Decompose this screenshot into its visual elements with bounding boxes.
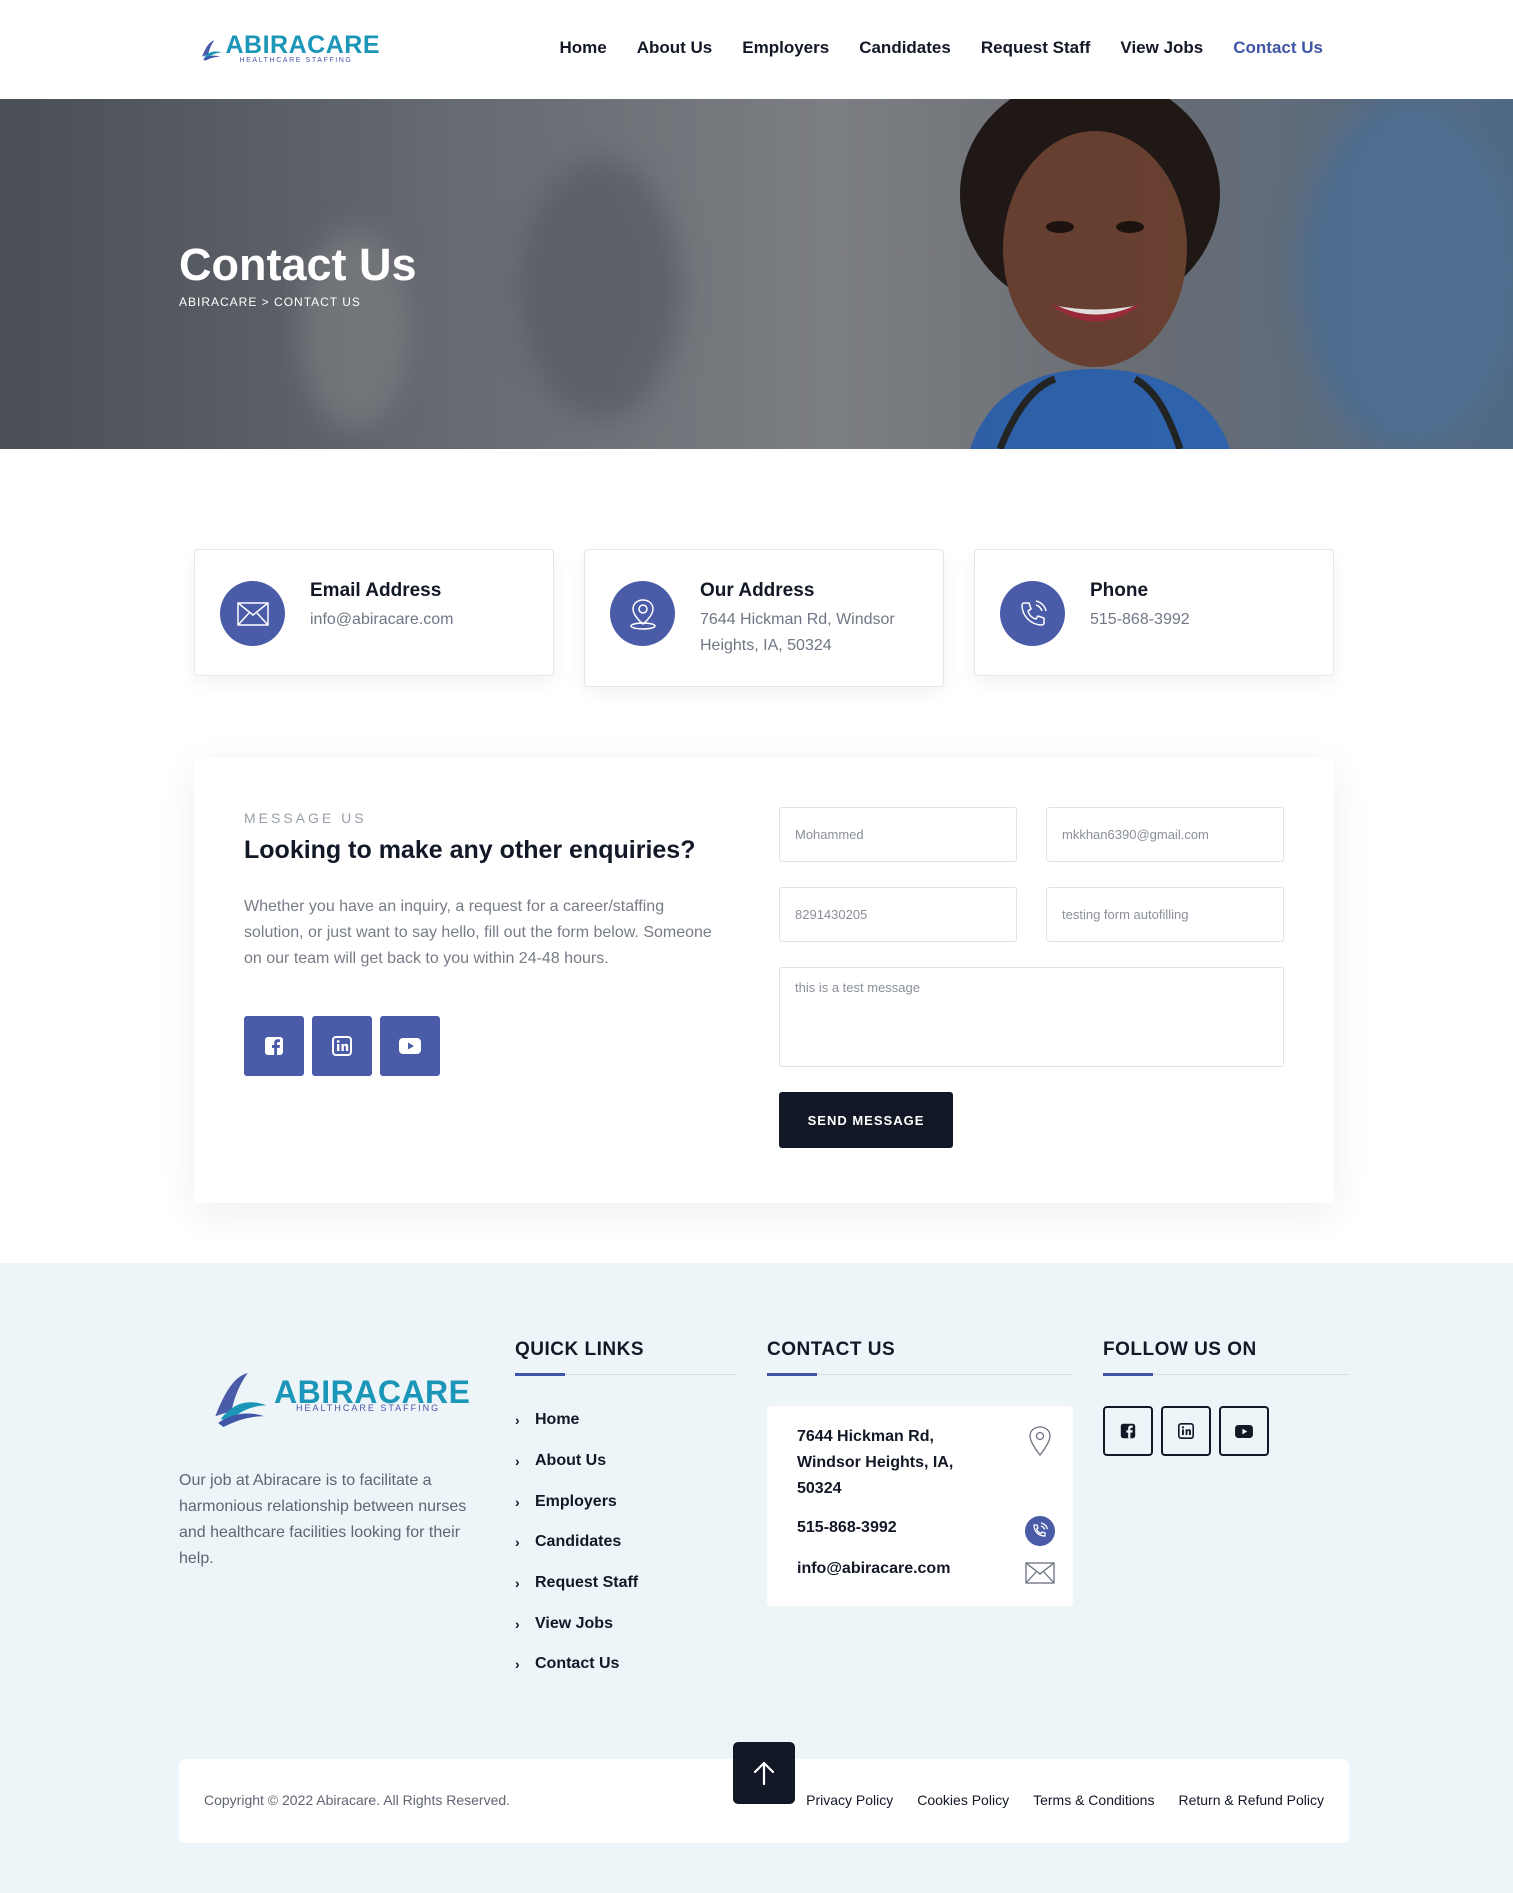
chevron-right-icon: › — [515, 1412, 520, 1429]
name-input[interactable] — [779, 807, 1017, 862]
logo-name: ABIRACARE — [225, 31, 380, 59]
section-kicker: MESSAGE US — [244, 810, 367, 826]
logo-mark-icon — [202, 40, 222, 61]
terms-link[interactable]: Terms & Conditions — [1033, 1792, 1154, 1808]
email-card: Email Address info@abiracare.com — [194, 549, 554, 676]
footer-link-view-jobs[interactable]: › View Jobs — [515, 1603, 638, 1644]
site-logo[interactable]: ABIRACARE HEALTHCARE STAFFING — [200, 26, 380, 72]
envelope-icon — [220, 581, 285, 646]
copyright-text: Copyright © 2022 Abiracare. All Rights R… — [204, 1792, 511, 1808]
chevron-right-icon: › — [515, 1534, 520, 1551]
footer-link-candidates[interactable]: › Candidates — [515, 1522, 638, 1563]
logo-mark-icon — [215, 1373, 267, 1427]
card-value: 7644 Hickman Rd, Windsor Heights, IA, 50… — [700, 611, 895, 654]
follow-heading: FOLLOW US ON — [1103, 1339, 1257, 1360]
logo-name: ABIRACARE — [274, 1374, 471, 1410]
linkedin-icon — [332, 1036, 352, 1056]
chevron-right-icon: › — [515, 1656, 520, 1673]
facebook-icon — [265, 1037, 283, 1055]
chevron-right-icon: › — [515, 1453, 520, 1470]
footer-link-employers[interactable]: › Employers — [515, 1481, 638, 1522]
back-to-top-button[interactable] — [733, 1742, 795, 1804]
footer-email[interactable]: info@abiracare.com — [797, 1556, 950, 1582]
chevron-right-icon: › — [515, 1493, 520, 1510]
map-pin-icon — [610, 581, 675, 646]
breadcrumb[interactable]: ABIRACARE > CONTACT US — [179, 295, 361, 309]
phone-icon — [1025, 1516, 1055, 1546]
legal-links: Privacy Policy Cookies Policy Terms & Co… — [806, 1792, 1324, 1808]
youtube-icon — [399, 1038, 421, 1054]
page-title: Contact Us — [179, 239, 417, 290]
youtube-button[interactable] — [380, 1016, 440, 1076]
nav-about-us[interactable]: About Us — [637, 38, 713, 58]
cookies-policy-link[interactable]: Cookies Policy — [917, 1792, 1009, 1808]
send-message-button[interactable]: SEND MESSAGE — [779, 1092, 953, 1148]
card-title: Email Address — [310, 580, 442, 601]
footer-link-request-staff[interactable]: › Request Staff — [515, 1563, 638, 1604]
footer-logo[interactable]: ABIRACARE HEALTHCARE STAFFING — [210, 1365, 471, 1427]
hero-banner: Contact Us ABIRACARE > CONTACT US — [0, 99, 1513, 449]
nav-home[interactable]: Home — [559, 38, 606, 58]
footer-link-contact-us[interactable]: › Contact Us — [515, 1644, 638, 1685]
refund-policy-link[interactable]: Return & Refund Policy — [1178, 1792, 1324, 1808]
linkedin-button[interactable] — [312, 1016, 372, 1076]
privacy-policy-link[interactable]: Privacy Policy — [806, 1792, 893, 1808]
nav-request-staff[interactable]: Request Staff — [981, 38, 1091, 58]
phone-card: Phone 515-868-3992 — [974, 549, 1334, 676]
quick-links-list: › Home › About Us › Employers › Candidates ›… — [515, 1400, 638, 1685]
footer-about: Our job at Abiracare is to facilitate a … — [179, 1472, 467, 1567]
nav-contact-us[interactable]: Contact Us — [1233, 38, 1323, 58]
phone-icon — [1000, 581, 1065, 646]
section-lead: Whether you have an inquiry, a request f… — [244, 898, 712, 967]
footer-facebook-button[interactable] — [1103, 1406, 1153, 1456]
nav-employers[interactable]: Employers — [742, 38, 829, 58]
footer-youtube-button[interactable] — [1219, 1406, 1269, 1456]
footer-link-home[interactable]: › Home — [515, 1400, 638, 1441]
linkedin-icon — [1178, 1423, 1194, 1439]
chevron-right-icon: › — [515, 1575, 520, 1592]
address-card: Our Address 7644 Hickman Rd, Windsor Hei… — [584, 549, 944, 687]
nav-candidates[interactable]: Candidates — [859, 38, 951, 58]
contact-heading: CONTACT US — [767, 1339, 896, 1360]
facebook-icon — [1120, 1423, 1136, 1439]
subject-input[interactable] — [1046, 887, 1284, 942]
arrow-up-icon — [753, 1761, 775, 1786]
phone-input[interactable] — [779, 887, 1017, 942]
heading-underline — [767, 1373, 1073, 1376]
main-nav: Home About Us Employers Candidates Reque… — [559, 38, 1323, 58]
footer-phone[interactable]: 515-868-3992 — [797, 1515, 897, 1541]
card-value[interactable]: info@abiracare.com — [310, 607, 535, 633]
card-title: Our Address — [700, 580, 815, 601]
footer-address: 7644 Hickman Rd, Windsor Heights, IA, 50… — [797, 1428, 954, 1497]
site-header: ABIRACARE HEALTHCARE STAFFING Home About… — [0, 0, 1513, 99]
quick-links-heading: QUICK LINKS — [515, 1339, 644, 1360]
email-input[interactable] — [1046, 807, 1284, 862]
youtube-icon — [1235, 1424, 1253, 1438]
section-heading: Looking to make any other enquiries? — [244, 836, 696, 864]
facebook-button[interactable] — [244, 1016, 304, 1076]
footer-link-about-us[interactable]: › About Us — [515, 1441, 638, 1482]
message-textarea[interactable]: this is a test message — [779, 967, 1284, 1067]
footer-contact-box: 7644 Hickman Rd, Windsor Heights, IA, 50… — [767, 1406, 1073, 1606]
envelope-icon — [1025, 1558, 1055, 1588]
card-value[interactable]: 515-868-3992 — [1090, 607, 1315, 633]
heading-underline — [515, 1373, 737, 1376]
map-pin-icon — [1025, 1426, 1055, 1456]
chevron-right-icon: › — [515, 1615, 520, 1632]
footer-linkedin-button[interactable] — [1161, 1406, 1211, 1456]
contact-form-panel: MESSAGE US Looking to make any other enq… — [194, 758, 1334, 1203]
heading-underline — [1103, 1373, 1349, 1376]
nav-view-jobs[interactable]: View Jobs — [1120, 38, 1203, 58]
card-title: Phone — [1090, 580, 1149, 601]
